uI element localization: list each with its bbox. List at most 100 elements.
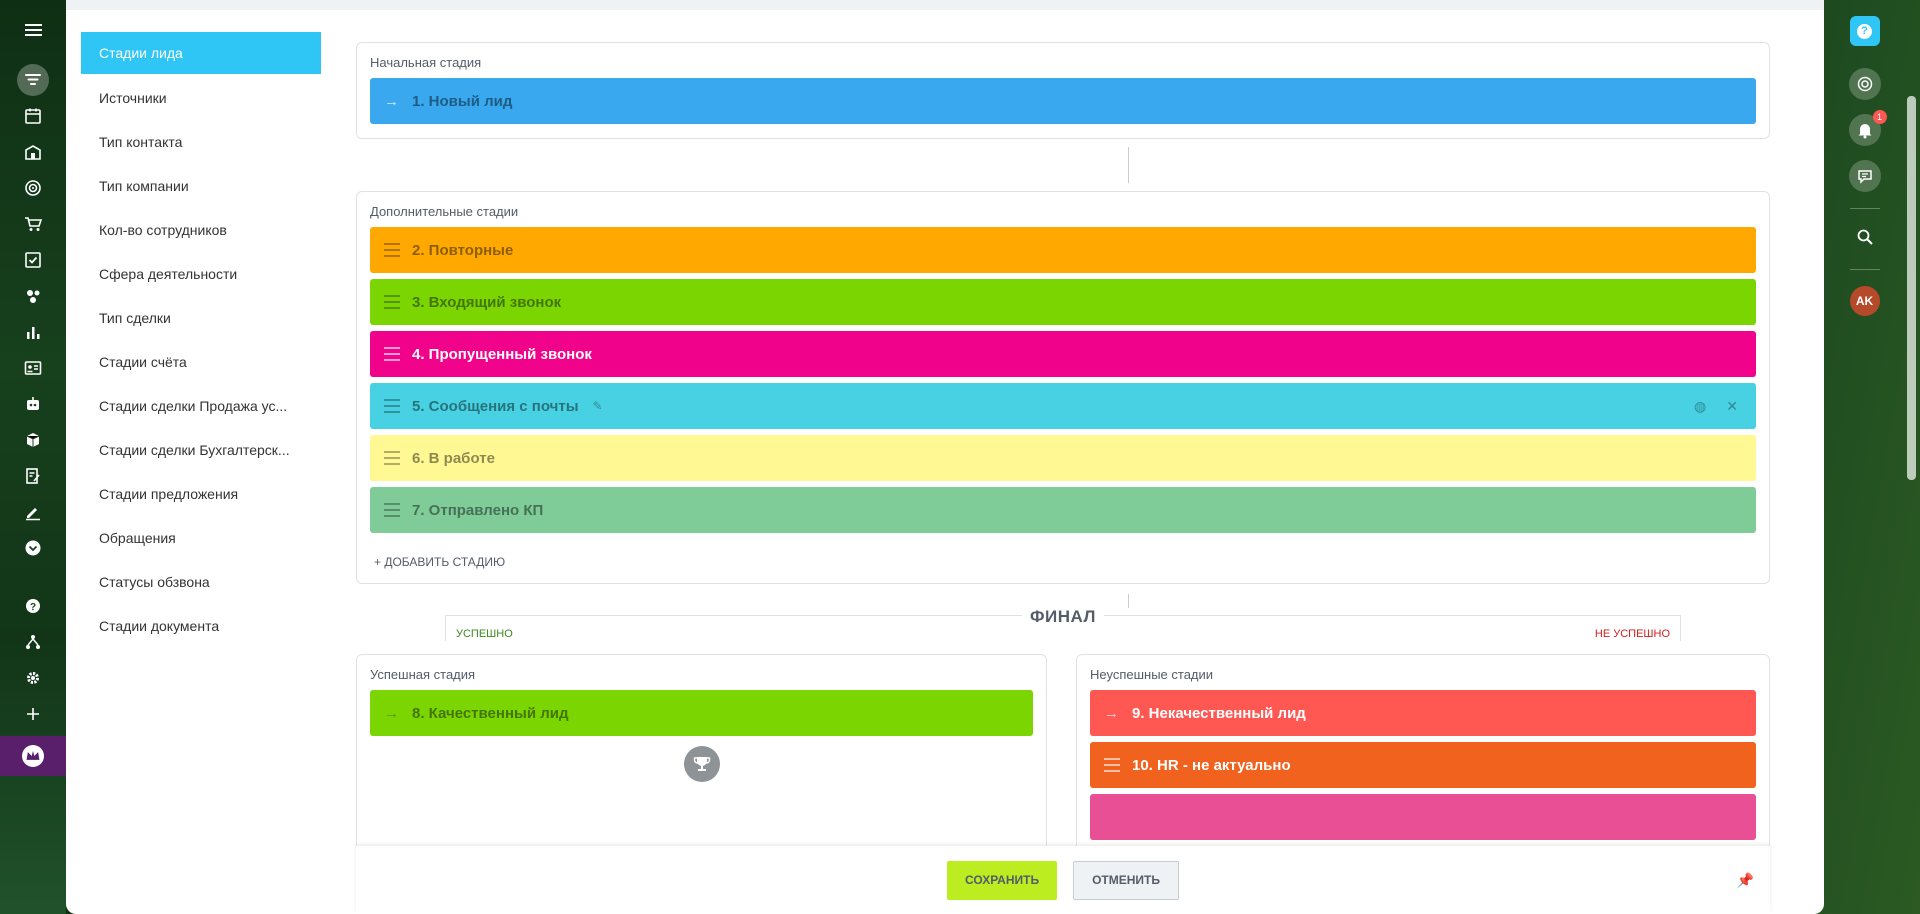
nav-item-industry[interactable]: Сфера деятельности bbox=[81, 252, 321, 296]
stage-name: 7. Отправлено КП bbox=[412, 501, 544, 519]
initial-stage-card: Начальная стадия → 1. Новый лид bbox=[356, 42, 1770, 139]
svg-text:?: ? bbox=[30, 602, 36, 613]
close-icon[interactable]: ✕ bbox=[1726, 398, 1738, 415]
arrow-right-icon: → bbox=[384, 92, 399, 110]
goals-target-icon[interactable] bbox=[1848, 68, 1881, 100]
success-stage-title: Успешная стадия bbox=[370, 667, 476, 682]
fail-stages-title: Неуспешные стадии bbox=[1090, 667, 1214, 682]
nav-item-call-statuses[interactable]: Статусы обзвона bbox=[81, 560, 321, 604]
right-rail: ? 1 AK bbox=[1825, 0, 1920, 914]
add-plus-icon[interactable] bbox=[17, 698, 49, 730]
extra-stages-card: Дополнительные стадии 2. Повторные 3. Вх… bbox=[356, 191, 1770, 584]
target-icon[interactable] bbox=[17, 172, 49, 204]
tasks-icon[interactable] bbox=[17, 244, 49, 276]
stage-name: 10. HR - не актуально bbox=[1132, 756, 1291, 774]
drag-handle-icon[interactable] bbox=[384, 397, 400, 415]
nav-item-contact-type[interactable]: Тип контакта bbox=[81, 120, 321, 164]
drag-handle-icon[interactable] bbox=[384, 501, 400, 519]
add-stage-link[interactable]: + ДОБАВИТЬ СТАДИЮ bbox=[374, 555, 505, 569]
stage-item[interactable]: → 9. Некачественный лид bbox=[1090, 690, 1756, 736]
extra-stages-title: Дополнительные стадии bbox=[370, 204, 519, 219]
nav-item-appeals[interactable]: Обращения bbox=[81, 516, 321, 560]
groups-icon[interactable] bbox=[17, 280, 49, 312]
cart-icon[interactable] bbox=[17, 208, 49, 240]
stage-actions: ◍ ✕ bbox=[1694, 383, 1738, 429]
success-stage-card: Успешная стадия → 8. Качественный лид bbox=[356, 654, 1047, 855]
stage-item[interactable]: 7. Отправлено КП bbox=[370, 487, 1756, 533]
stage-name: 2. Повторные bbox=[412, 241, 514, 259]
stage-name: 9. Некачественный лид bbox=[1132, 704, 1306, 722]
bottom-action-bar: СОХРАНИТЬ ОТМЕНИТЬ 📌 bbox=[356, 846, 1770, 914]
arrow-right-icon: → bbox=[384, 704, 399, 722]
nav-item-deal-type[interactable]: Тип сделки bbox=[81, 296, 321, 340]
stage-name: 3. Входящий звонок bbox=[412, 293, 562, 311]
settings-panel: Стадии лида Источники Тип контакта Тип к… bbox=[66, 0, 1824, 914]
crm-funnel-icon[interactable] bbox=[17, 64, 49, 96]
pin-icon[interactable]: 📌 bbox=[1737, 872, 1754, 889]
document-edit-icon[interactable] bbox=[17, 460, 49, 492]
initial-stage-title: Начальная стадия bbox=[370, 55, 482, 70]
trophy-icon bbox=[683, 746, 720, 782]
nav-item-invoice-stages[interactable]: Стадии счёта bbox=[81, 340, 321, 384]
stage-item-partial[interactable] bbox=[1090, 794, 1756, 840]
user-avatar[interactable]: AK bbox=[1849, 286, 1880, 316]
signature-icon[interactable] bbox=[17, 496, 49, 528]
final-header: ФИНАЛ УСПЕШНО НЕ УСПЕШНО bbox=[356, 584, 1770, 654]
edit-pencil-icon[interactable]: ✎ bbox=[593, 399, 603, 413]
notifications-bell-icon[interactable]: 1 bbox=[1848, 110, 1887, 146]
stage-item[interactable]: 4. Пропущенный звонок bbox=[370, 331, 1756, 377]
stage-item[interactable]: 2. Повторные bbox=[370, 227, 1756, 273]
nav-item-deal-stages-accounting[interactable]: Стадии сделки Бухгалтерск... bbox=[81, 428, 321, 472]
hamburger-menu-icon[interactable] bbox=[17, 14, 49, 46]
stage-item[interactable]: → 1. Новый лид bbox=[370, 78, 1756, 124]
contact-card-icon[interactable] bbox=[17, 352, 49, 384]
nav-item-company-type[interactable]: Тип компании bbox=[81, 164, 321, 208]
cancel-button[interactable]: ОТМЕНИТЬ bbox=[1073, 860, 1180, 900]
nav-item-document-stages[interactable]: Стадии документа bbox=[81, 604, 321, 648]
structure-icon[interactable] bbox=[17, 626, 49, 658]
analytics-icon[interactable] bbox=[17, 316, 49, 348]
nav-item-deal-stages-sales[interactable]: Стадии сделки Продажа ус... bbox=[81, 384, 321, 428]
drag-handle-icon[interactable] bbox=[384, 241, 400, 259]
help-question-icon[interactable]: ? bbox=[1849, 16, 1880, 46]
stage-name: 4. Пропущенный звонок bbox=[412, 345, 592, 363]
crown-icon[interactable] bbox=[0, 736, 66, 776]
drag-handle-icon[interactable] bbox=[1104, 756, 1120, 774]
final-columns: Успешная стадия → 8. Качественный лид Не… bbox=[356, 654, 1770, 855]
page-scrollbar[interactable] bbox=[1907, 96, 1916, 480]
stages-content: Начальная стадия → 1. Новый лид Дополнит… bbox=[356, 42, 1770, 855]
search-icon[interactable] bbox=[1849, 221, 1881, 253]
calendar-icon[interactable] bbox=[17, 100, 49, 132]
settings-nav: Стадии лида Источники Тип контакта Тип к… bbox=[81, 32, 321, 648]
drag-handle-icon[interactable] bbox=[384, 449, 400, 467]
shop-icon[interactable] bbox=[17, 136, 49, 168]
box-icon[interactable] bbox=[17, 424, 49, 456]
stage-item[interactable]: 10. HR - не актуально bbox=[1090, 742, 1756, 788]
nav-item-quote-stages[interactable]: Стадии предложения bbox=[81, 472, 321, 516]
stage-name: 6. В работе bbox=[412, 449, 495, 467]
nav-item-lead-stages[interactable]: Стадии лида bbox=[81, 32, 321, 74]
drag-handle-icon[interactable] bbox=[384, 293, 400, 311]
nav-item-employees[interactable]: Кол-во сотрудников bbox=[81, 208, 321, 252]
stage-item[interactable]: 3. Входящий звонок bbox=[370, 279, 1756, 325]
settings-gear-icon[interactable] bbox=[17, 662, 49, 694]
final-success-label: УСПЕШНО bbox=[456, 628, 513, 640]
arrow-right-icon: → bbox=[1104, 704, 1119, 722]
fail-stages-card: Неуспешные стадии → 9. Некачественный ли… bbox=[1076, 654, 1770, 855]
stage-item[interactable]: → 8. Качественный лид bbox=[370, 690, 1033, 736]
drag-handle-icon[interactable] bbox=[384, 345, 400, 363]
left-menu-rail: ? bbox=[0, 0, 66, 914]
stage-item[interactable]: 6. В работе bbox=[370, 435, 1756, 481]
stage-name: 8. Качественный лид bbox=[412, 704, 569, 722]
connector-line bbox=[1128, 147, 1129, 183]
robot-icon[interactable] bbox=[17, 388, 49, 420]
nav-item-sources[interactable]: Источники bbox=[81, 76, 321, 120]
color-palette-icon[interactable]: ◍ bbox=[1694, 398, 1706, 415]
stage-name: 1. Новый лид bbox=[412, 92, 513, 110]
save-button[interactable]: СОХРАНИТЬ bbox=[946, 860, 1058, 900]
chat-icon[interactable] bbox=[1848, 160, 1881, 192]
help-icon[interactable]: ? bbox=[17, 590, 49, 622]
more-chevron-icon[interactable] bbox=[17, 532, 49, 564]
stage-item[interactable]: 5. Сообщения с почты ✎ ◍ ✕ bbox=[370, 383, 1756, 429]
extra-stages-list: 2. Повторные 3. Входящий звонок 4. Пропу… bbox=[370, 227, 1756, 533]
